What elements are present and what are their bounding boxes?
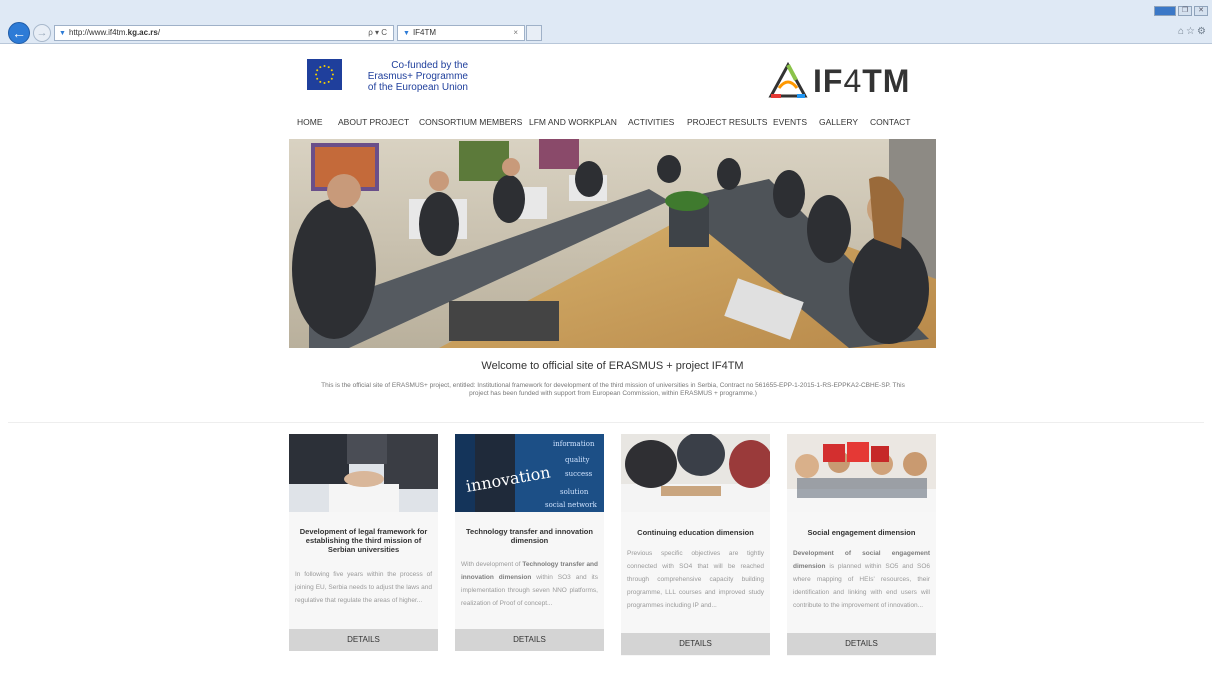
details-button[interactable]: DETAILS [455, 629, 604, 651]
nav-contact[interactable]: CONTACT [870, 116, 910, 128]
main-navigation: HOME ABOUT PROJECT CONSORTIUM MEMBERS LF… [297, 116, 917, 128]
nav-lfm-and-workplan[interactable]: LFM AND WORKPLAN [529, 116, 617, 128]
card-text: With development of Technology transfer … [461, 558, 598, 610]
url-domain: kg.ac.rs [127, 28, 158, 37]
details-button[interactable]: DETAILS [621, 633, 770, 655]
back-arrow-icon[interactable]: ← [8, 22, 30, 44]
nav-events[interactable]: EVENTS [773, 116, 807, 128]
brand-name: IF4TM [813, 62, 910, 100]
card-continuing-education: Continuing education dimension Previous … [621, 434, 770, 656]
details-button[interactable]: DETAILS [787, 633, 936, 655]
nav-project-results[interactable]: PROJECT RESULTS [687, 116, 767, 128]
triangle-logo-icon [768, 62, 808, 98]
card-title: Development of legal framework for estab… [299, 527, 428, 554]
section-divider [8, 422, 1204, 423]
project-description: This is the official site of ERASMUS+ pr… [321, 382, 905, 397]
eu-line-1: Co-funded by the [391, 60, 468, 71]
card-social-engagement: Social engagement dimension Development … [787, 434, 936, 656]
nav-gallery[interactable]: GALLERY [819, 116, 858, 128]
nav-home[interactable]: HOME [297, 116, 323, 128]
browser-chrome: ← → ▼ http://www.if4tm.kg.ac.rs/ ρ ▾ C ▼ I… [0, 0, 1212, 44]
restore-icon[interactable]: ❐ [1178, 6, 1192, 16]
card-title: Social engagement dimension [807, 528, 916, 537]
image-word-quality: quality [565, 456, 589, 464]
image-word-information: information [553, 440, 595, 448]
browser-tab[interactable]: ▼ IF4TM × [397, 25, 525, 41]
brand-part-tm: TM [862, 63, 911, 99]
minimize-icon[interactable] [1154, 6, 1176, 16]
card-image-handshake [289, 434, 438, 512]
welcome-heading: Welcome to official site of ERASMUS + pr… [481, 360, 744, 372]
tab-close-icon[interactable]: × [513, 26, 518, 40]
image-word-solution: solution [560, 488, 589, 496]
image-word-social-network: social network [545, 501, 598, 509]
hero-meeting-photo [289, 139, 936, 348]
card-image-innovation: innovation information quality success s… [455, 434, 604, 512]
nav-activities[interactable]: ACTIVITIES [628, 116, 674, 128]
details-button[interactable]: DETAILS [289, 629, 438, 651]
close-window-icon[interactable]: ✕ [1194, 6, 1208, 16]
card-image-puzzle-team [787, 434, 936, 512]
card-text: Previous specific objectives are tightly… [627, 550, 764, 609]
image-word-success: success [565, 470, 593, 478]
address-bar[interactable]: ▼ http://www.if4tm.kg.ac.rs/ ρ ▾ C [54, 25, 394, 41]
site-icon: ▼ [59, 30, 66, 37]
card-title: Technology transfer and innovation dimen… [466, 527, 593, 545]
card-legal-framework: Development of legal framework for estab… [289, 434, 438, 651]
eu-stars-icon [307, 59, 342, 90]
card-text: In following five years within the proce… [295, 571, 432, 604]
url-suffix: / [157, 28, 161, 37]
nav-about-project[interactable]: ABOUT PROJECT [338, 116, 409, 128]
brand-part-if: IF [813, 63, 844, 99]
forward-arrow-icon[interactable]: → [33, 24, 51, 42]
home-favorites-settings-icons[interactable]: ⌂☆⚙ [1178, 26, 1208, 37]
card-text-intro: With development of [461, 561, 523, 568]
url-prefix: http://www.if4tm. [68, 28, 128, 37]
new-tab-button[interactable] [526, 25, 542, 41]
eu-flag-logo [307, 59, 342, 90]
card-image-meeting [621, 434, 770, 512]
tab-title: IF4TM [412, 28, 437, 37]
search-refresh-icon[interactable]: ρ ▾ C [368, 26, 387, 40]
eu-line-3: of the European Union [367, 82, 468, 93]
card-text: Development of social engagement dimensi… [793, 547, 930, 612]
window-controls: ❐ ✕ [1154, 6, 1208, 16]
tab-site-icon: ▼ [403, 30, 410, 37]
card-title: Continuing education dimension [637, 528, 754, 537]
brand-part-4: 4 [843, 63, 863, 99]
eu-cofunded-text: Co-funded by the Erasmus+ Programme of t… [348, 60, 468, 93]
nav-consortium-members[interactable]: CONSORTIUM MEMBERS [419, 116, 522, 128]
card-technology-transfer: innovation information quality success s… [455, 434, 604, 651]
eu-line-2: Erasmus+ Programme [367, 71, 468, 82]
